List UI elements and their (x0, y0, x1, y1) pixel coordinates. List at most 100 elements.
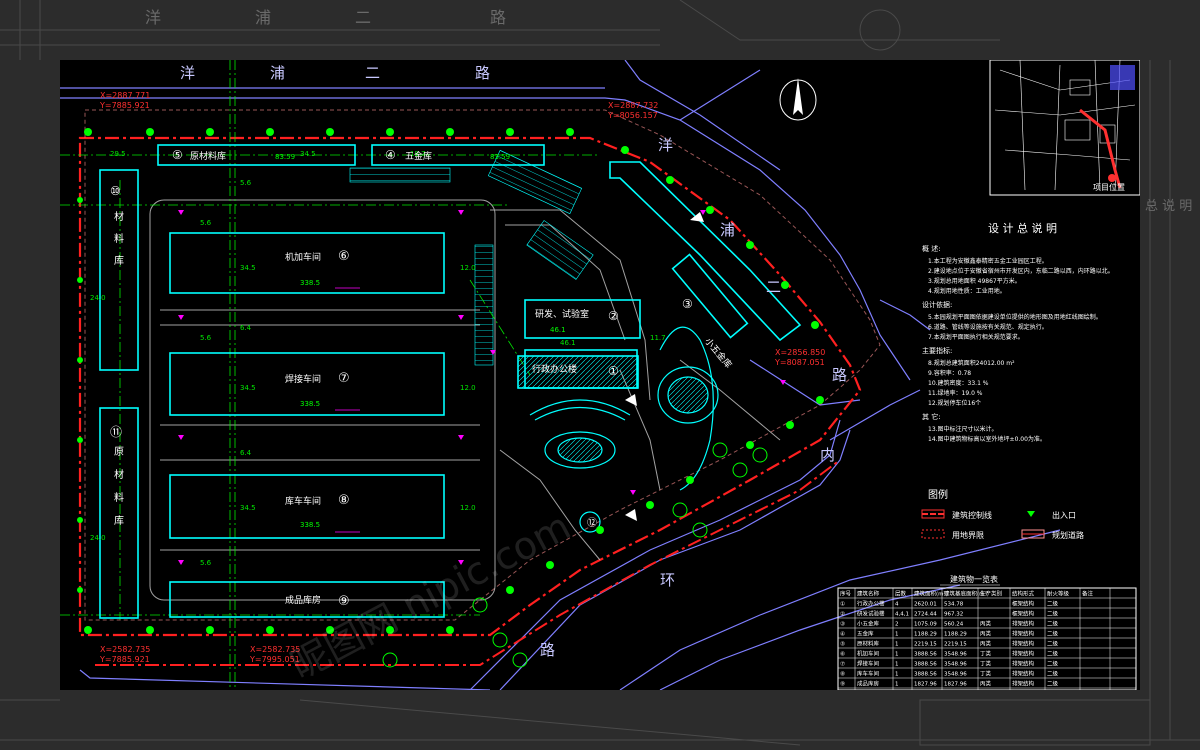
table-cell: ③ (840, 622, 845, 628)
table-cell: 2219.15 (914, 642, 937, 648)
svg-text:⑧: ⑧ (338, 493, 350, 508)
svg-text:材: 材 (114, 468, 124, 481)
svg-text:规划道路: 规划道路 (1052, 530, 1084, 540)
svg-text:用地界限: 用地界限 (952, 530, 984, 540)
table-cell: 二级 (1047, 680, 1059, 688)
table-cell: 丁类 (980, 670, 992, 678)
building-table: 建筑物一览表 序号 建筑名称 层数 建筑面积(m²)建筑基底面积(m²)生产类别 结构形… (837, 574, 1137, 690)
table-header-cell: 备注 (1082, 590, 1094, 598)
bg-road-3: 二 (355, 8, 371, 27)
table-cell: 排架结构 (1012, 660, 1035, 668)
bg-road-2: 浦 (255, 8, 271, 27)
svg-text:6.道路、管线等设施按有关规范、规定执行。: 6.道路、管线等设施按有关规范、规定执行。 (928, 323, 1048, 331)
table-cell: 534.78 (944, 602, 964, 608)
svg-text:1.本工程为安徽鑫泰精密五金工业园区工程。: 1.本工程为安徽鑫泰精密五金工业园区工程。 (928, 257, 1048, 265)
svg-text:46.1: 46.1 (550, 326, 566, 334)
table-cell: 1 (895, 682, 899, 688)
table-cell: 3548.96 (944, 652, 967, 658)
svg-text:46.1: 46.1 (560, 339, 576, 347)
svg-text:83.59: 83.59 (490, 153, 510, 161)
table-cell: 成品库房 (857, 680, 880, 688)
svg-text:路: 路 (832, 366, 847, 384)
svg-text:X=2856.850: X=2856.850 (775, 348, 825, 357)
svg-text:设 计 总 说 明: 设 计 总 说 明 (988, 221, 1057, 235)
table-cell: ⑨ (840, 681, 845, 688)
svg-text:14.图中建筑物标高以室外地坪±0.00为准。: 14.图中建筑物标高以室外地坪±0.00为准。 (928, 435, 1046, 443)
table-cell: 排架结构 (1012, 650, 1035, 658)
svg-text:④: ④ (385, 148, 396, 162)
table-cell: ⑦ (840, 661, 845, 668)
svg-text:内: 内 (820, 446, 835, 464)
table-cell: 1 (895, 662, 899, 668)
svg-text:5.6: 5.6 (200, 219, 212, 227)
svg-text:12.规划停车位16个: 12.规划停车位16个 (928, 399, 981, 407)
table-cell: 1827.96 (944, 682, 967, 688)
table-cell: 排架结构 (1012, 670, 1035, 678)
table-cell: 1075.09 (914, 622, 937, 628)
svg-text:机加车间: 机加车间 (285, 251, 321, 263)
table-cell: 行政办公楼 (857, 600, 885, 608)
table-cell: 4 (895, 602, 899, 608)
table-cell: 1 (895, 672, 899, 678)
svg-text:原材料库: 原材料库 (190, 150, 226, 162)
svg-text:3.规划总用地面积 49867平方米。: 3.规划总用地面积 49867平方米。 (928, 277, 1021, 285)
svg-text:行政办公楼: 行政办公楼 (532, 363, 577, 375)
table-cell: 2219.15 (944, 642, 967, 648)
stair-left (474, 244, 494, 366)
svg-text:二: 二 (365, 64, 380, 82)
table-cell: 二级 (1047, 660, 1059, 668)
table-cell: 排架结构 (1012, 680, 1035, 688)
table-cell: 丁类 (980, 660, 992, 668)
table-cell: 560.24 (944, 622, 964, 628)
table-cell: 丙类 (980, 620, 992, 628)
table-cell: 二级 (1047, 620, 1059, 628)
svg-text:⑨: ⑨ (338, 594, 350, 609)
table-cell: 1188.29 (944, 632, 967, 638)
table-cell: 3888.56 (914, 662, 937, 668)
svg-text:洋: 洋 (658, 136, 673, 154)
svg-text:29.5: 29.5 (110, 150, 126, 158)
table-header-cell: 结构形式 (1012, 590, 1035, 598)
svg-text:建筑物一览表: 建筑物一览表 (950, 574, 998, 584)
svg-text:338.5: 338.5 (300, 279, 320, 287)
svg-text:⑥: ⑥ (338, 249, 350, 264)
svg-text:13.图中标注尺寸以米计。: 13.图中标注尺寸以米计。 (928, 425, 998, 433)
svg-text:12.0: 12.0 (460, 504, 476, 512)
entrance-legend-icon (1027, 511, 1035, 517)
svg-text:8.规划总建筑面积24012.00 m²: 8.规划总建筑面积24012.00 m² (928, 359, 1015, 367)
svg-text:5.6: 5.6 (200, 334, 212, 342)
table-cell: ① (840, 602, 845, 608)
svg-text:库: 库 (114, 514, 124, 527)
svg-text:成品库房: 成品库房 (285, 594, 321, 606)
svg-text:⑩: ⑩ (110, 184, 121, 198)
svg-text:34.5: 34.5 (240, 384, 256, 392)
table-cell: 二级 (1047, 640, 1059, 648)
table-cell: 2620.01 (914, 602, 937, 608)
svg-text:10.建筑密度：33.1 %: 10.建筑密度：33.1 % (928, 379, 989, 387)
svg-text:出入口: 出入口 (1052, 510, 1076, 520)
table-cell: 二级 (1047, 630, 1059, 638)
svg-text:Y=8087.051: Y=8087.051 (774, 358, 825, 367)
table-cell: 二级 (1047, 670, 1059, 678)
svg-text:库: 库 (114, 254, 124, 267)
svg-text:环: 环 (660, 571, 675, 589)
svg-text:11.绿地率：19.0 %: 11.绿地率：19.0 % (928, 389, 983, 397)
svg-text:34.5: 34.5 (240, 264, 256, 272)
svg-text:24.0: 24.0 (90, 294, 106, 302)
svg-text:6.4: 6.4 (240, 449, 252, 457)
table-cell: ⑤ (840, 642, 845, 648)
svg-text:项目位置: 项目位置 (1093, 182, 1125, 192)
svg-text:12.0: 12.0 (460, 384, 476, 392)
table-cell: 框架结构 (1012, 610, 1035, 618)
svg-text:②: ② (608, 309, 619, 323)
svg-text:Y=8056.157: Y=8056.157 (607, 111, 658, 120)
table-cell: 4,4,1 (895, 612, 909, 618)
legend: 图例 建筑控制线 用地界限 出入口 规划道路 (921, 488, 1084, 540)
watermark-text: 昵图网 nipic.com (284, 504, 578, 688)
svg-text:研发、试验室: 研发、试验室 (535, 308, 589, 320)
table-cell: 丙类 (980, 680, 992, 688)
svg-text:材: 材 (114, 210, 124, 223)
table-cell: 焊接车间 (857, 660, 879, 668)
svg-text:34.5: 34.5 (300, 150, 316, 158)
svg-text:浦: 浦 (270, 64, 285, 82)
